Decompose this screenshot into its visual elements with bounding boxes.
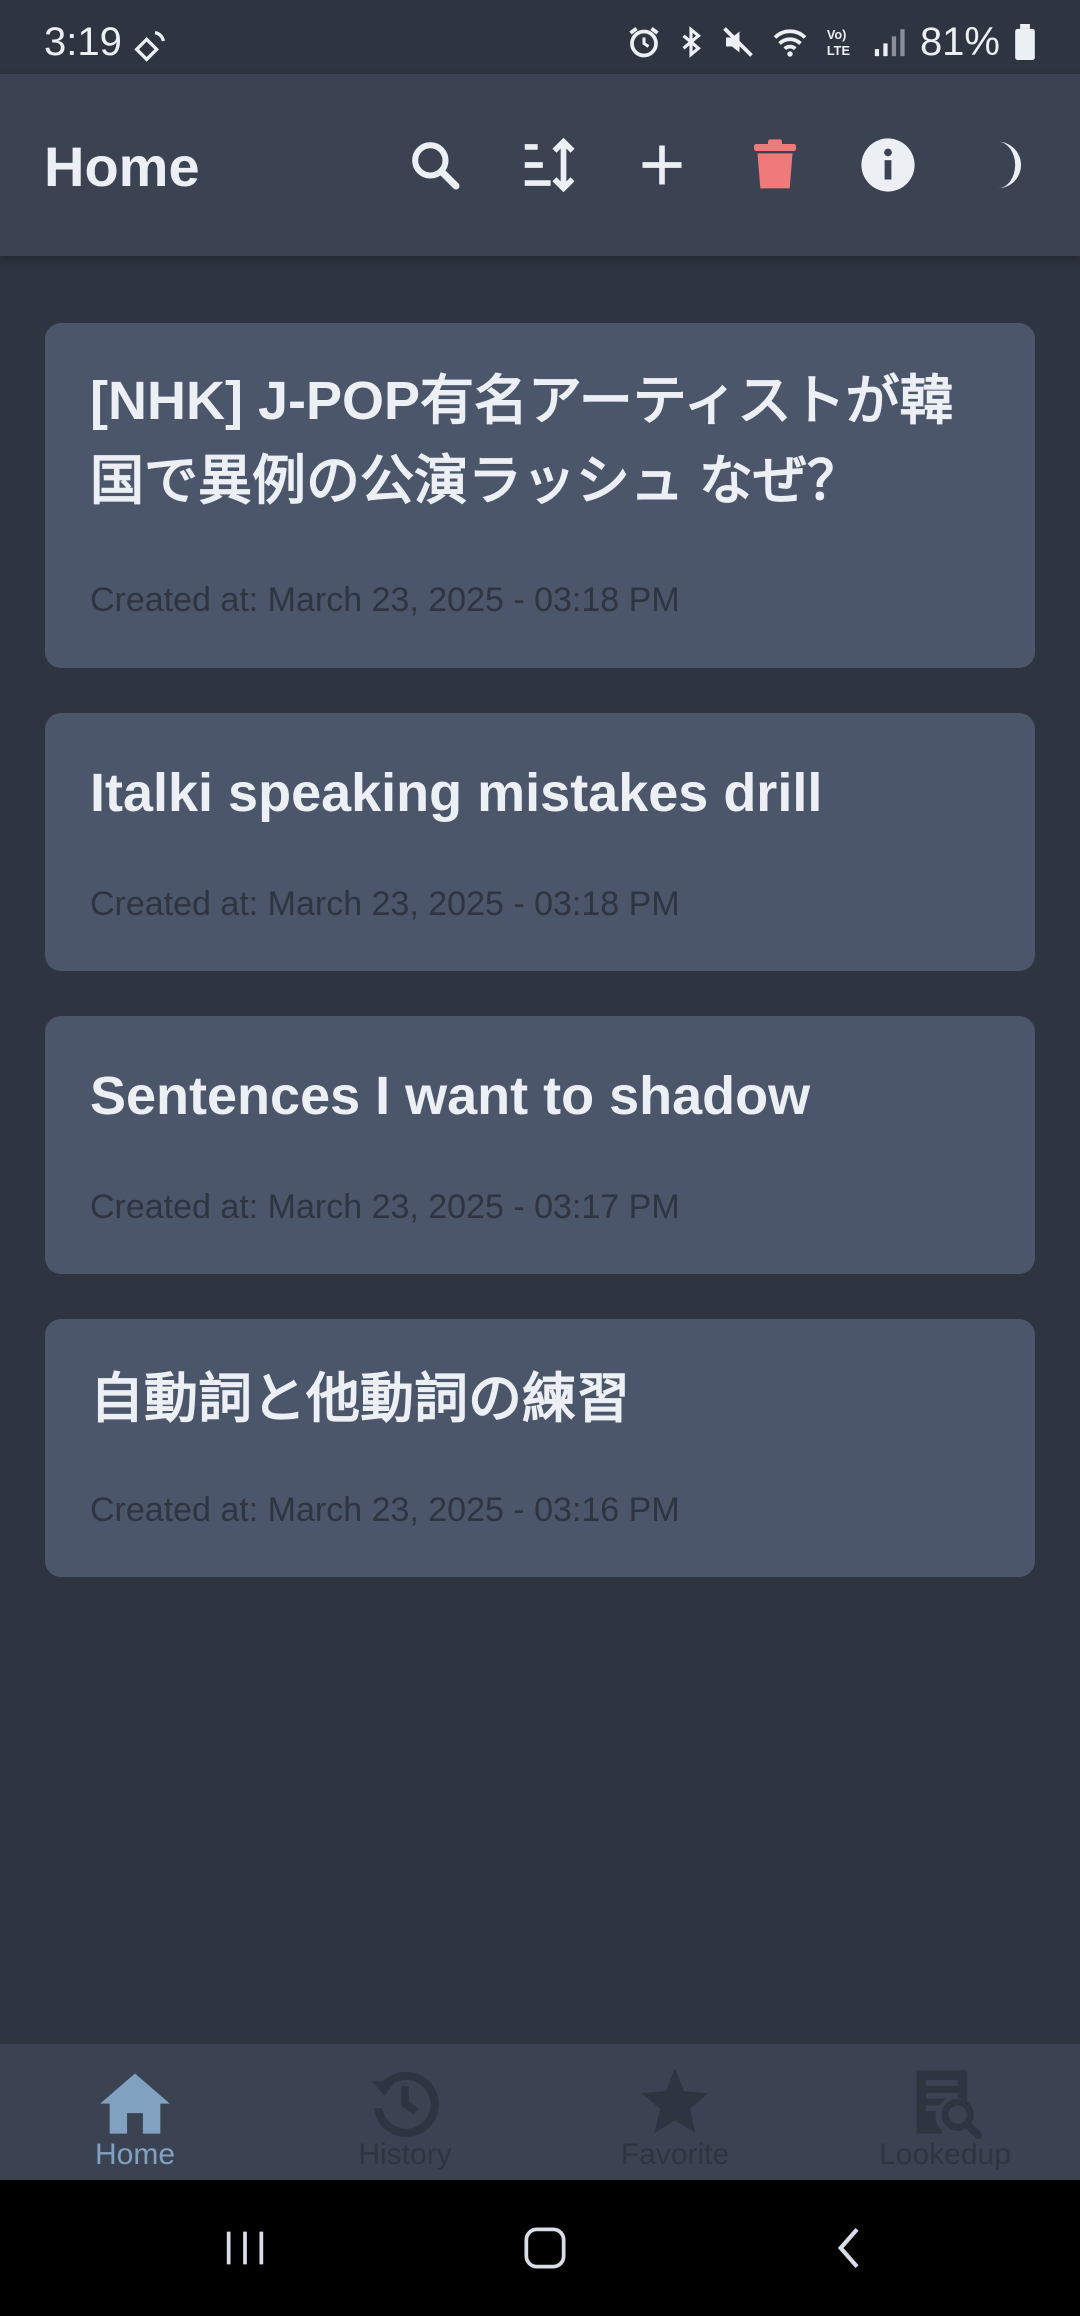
bluetooth-icon xyxy=(682,26,701,58)
info-icon xyxy=(861,138,915,192)
note-card[interactable]: 自動詞と他動詞の練習 Created at: March 23, 2025 - … xyxy=(45,1319,1035,1577)
nav-label: History xyxy=(358,2138,452,2171)
note-card[interactable]: [NHK] J-POP有名アーティストが韓国で異例の公演ラッシュ なぜ？ Cre… xyxy=(45,323,1035,668)
status-bar: 3:19 Vo) LTE 81% xyxy=(0,0,1080,74)
alarm-icon xyxy=(629,27,659,58)
wifi-icon xyxy=(773,29,807,57)
search-icon xyxy=(412,142,460,190)
home-system-icon xyxy=(524,2227,566,2269)
theme-toggle-button[interactable] xyxy=(972,130,1042,200)
note-title: [NHK] J-POP有名アーティストが韓国で異例の公演ラッシュ なぜ？ xyxy=(90,371,954,511)
nav-label: Home xyxy=(94,2138,176,2171)
battery-icon xyxy=(1015,24,1035,60)
nav-item-history[interactable]: History xyxy=(270,2044,540,2180)
delete-button[interactable] xyxy=(740,130,810,200)
add-button[interactable] xyxy=(627,130,697,200)
search-button[interactable] xyxy=(400,130,470,200)
svg-text:LTE: LTE xyxy=(827,43,850,58)
recent-apps-button[interactable] xyxy=(155,2180,335,2316)
nav-label: Favorite xyxy=(620,2138,730,2171)
svg-text:Vo): Vo) xyxy=(827,27,847,42)
delete-icon xyxy=(754,139,796,189)
note-title: Italki speaking mistakes drill xyxy=(90,763,823,823)
mute-icon xyxy=(723,27,753,57)
note-card[interactable]: Italki speaking mistakes drill Created a… xyxy=(45,713,1035,971)
satellite-icon xyxy=(134,31,165,62)
note-date: Created at: March 23, 2025 - 03:18 PM xyxy=(90,581,680,619)
history-icon xyxy=(371,2071,439,2138)
home-system-button[interactable] xyxy=(455,2180,635,2316)
add-icon xyxy=(642,145,682,185)
status-icons: Vo) LTE 81% xyxy=(626,20,1036,64)
note-title: 自動詞と他動詞の練習 xyxy=(90,1369,630,1429)
sort-button[interactable] xyxy=(513,130,583,200)
system-navigation-bar xyxy=(0,2180,1080,2316)
status-time: 3:19 xyxy=(44,20,122,64)
recent-apps-icon xyxy=(226,2231,264,2265)
nav-item-favorite[interactable]: Favorite xyxy=(540,2044,810,2180)
page-title: Home xyxy=(44,135,200,198)
info-button[interactable] xyxy=(853,130,923,200)
nav-label: Lookedup xyxy=(879,2138,1011,2171)
note-card[interactable]: Sentences I want to shadow Created at: M… xyxy=(45,1016,1035,1274)
volte-icon: Vo) LTE xyxy=(827,27,850,58)
lookup-icon xyxy=(916,2070,983,2140)
note-title: Sentences I want to shadow xyxy=(90,1066,811,1126)
note-date: Created at: March 23, 2025 - 03:18 PM xyxy=(90,885,680,923)
signal-icon xyxy=(874,29,905,57)
nav-item-home[interactable]: Home xyxy=(0,2044,270,2180)
sort-icon xyxy=(524,137,575,193)
app-bar: Home xyxy=(0,74,1080,256)
battery-percentage: 81% xyxy=(919,19,1000,64)
note-date: Created at: March 23, 2025 - 03:17 PM xyxy=(90,1188,680,1226)
back-button[interactable] xyxy=(760,2180,940,2316)
back-icon xyxy=(837,2227,859,2269)
nav-item-lookedup[interactable]: Lookedup xyxy=(810,2044,1080,2180)
star-icon xyxy=(641,2068,709,2134)
bottom-navigation: Home History Favorite Lookedup xyxy=(0,2044,1080,2180)
note-date: Created at: March 23, 2025 - 03:16 PM xyxy=(90,1491,680,1529)
theme-moon-icon xyxy=(997,141,1021,189)
home-icon xyxy=(100,2073,170,2134)
